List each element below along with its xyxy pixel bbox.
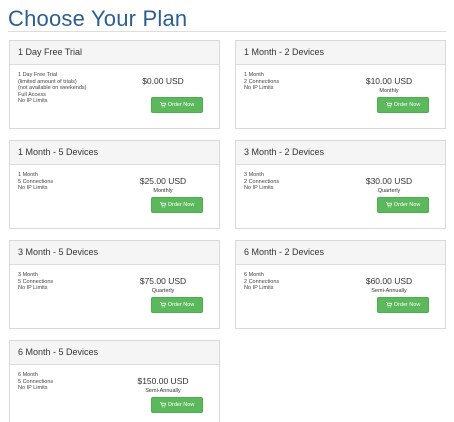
shopping-cart-icon	[385, 202, 392, 208]
billing-cycle: Semi-Annually	[371, 288, 407, 294]
plan-feature: No IP Limits	[18, 385, 48, 392]
billing-cycle: Monthly	[379, 88, 399, 94]
plan-card: 6 Month - 5 Devices 6 Month 5 Connection…	[9, 340, 220, 422]
billing-cycle: Quarterly	[151, 288, 175, 294]
shopping-cart-icon	[385, 302, 392, 308]
plan-feature: 2 Connections	[244, 178, 280, 185]
plan-feature: Full Access	[18, 91, 46, 98]
shopping-cart-icon	[159, 302, 166, 308]
order-now-button[interactable]: Order Now	[151, 197, 203, 213]
plan-features: 6 Month 5 Connections No IP Limits	[18, 372, 53, 392]
shopping-cart-icon	[159, 202, 166, 208]
plan-feature: (limited amount of trials)	[18, 78, 77, 85]
order-now-button[interactable]: Order Now	[151, 297, 203, 313]
plan-card: 1 Month - 2 Devices 1 Month 2 Connection…	[235, 40, 446, 129]
plan-feature: No IP Limits	[18, 185, 48, 192]
shopping-cart-icon	[159, 102, 166, 108]
plan-card: 1 Day Free Trial 1 Day Free Trial (limit…	[9, 40, 220, 129]
plan-feature: 1 Day Free Trial	[18, 72, 58, 78]
page-title: Choose Your Plan	[8, 6, 188, 31]
plan-feature: 3 Month	[18, 272, 38, 278]
plan-feature: (not available on weekends)	[18, 85, 87, 92]
order-now-button[interactable]: Order Now	[377, 197, 429, 213]
order-now-button[interactable]: Order Now	[377, 297, 429, 313]
plan-feature: 6 Month	[244, 272, 264, 278]
plan-feature: 1 Month	[244, 72, 264, 78]
plan-price: $10.00 USD	[365, 76, 413, 86]
order-now-button[interactable]: Order Now	[151, 397, 203, 413]
shopping-cart-icon	[159, 402, 166, 408]
billing-cycle: Monthly	[153, 188, 173, 194]
plan-feature: No IP Limits	[244, 285, 274, 292]
plan-features: 1 Day Free Trial (limited amount of tria…	[18, 72, 87, 105]
plan-feature: 5 Connections	[18, 278, 54, 285]
plan-card: 1 Month - 5 Devices 1 Month 5 Connection…	[9, 140, 220, 229]
billing-cycle: Semi-Annually	[145, 388, 181, 394]
plan-price: $75.00 USD	[139, 276, 187, 286]
plan-feature: No IP Limits	[18, 98, 48, 105]
plan-price: $150.00 USD	[137, 376, 189, 386]
plan-name: 6 Month - 5 Devices	[10, 341, 219, 365]
plan-features: 1 Month 5 Connections No IP Limits	[18, 172, 53, 192]
plan-feature: 6 Month	[18, 372, 38, 378]
plan-feature: 5 Connections	[18, 378, 54, 385]
plan-feature: No IP Limits	[244, 185, 274, 192]
plan-name: 3 Month - 5 Devices	[10, 241, 219, 265]
plan-features: 3 Month 5 Connections No IP Limits	[18, 272, 53, 292]
plan-price: $0.00 USD	[142, 76, 184, 86]
order-now-button[interactable]: Order Now	[151, 97, 203, 113]
plan-price: $30.00 USD	[365, 176, 413, 186]
plan-features: 3 Month 2 Connections No IP Limits	[244, 172, 279, 192]
plan-price: $25.00 USD	[139, 176, 187, 186]
plan-name: 3 Month - 2 Devices	[236, 141, 445, 165]
order-now-label: Order Now	[167, 202, 195, 208]
order-now-label: Order Now	[393, 302, 421, 308]
plan-card: 3 Month - 2 Devices 3 Month 2 Connection…	[235, 140, 446, 229]
plan-feature: No IP Limits	[18, 285, 48, 292]
shopping-cart-icon	[385, 102, 392, 108]
plan-name: 1 Month - 2 Devices	[236, 41, 445, 65]
plan-features: 6 Month 2 Connections No IP Limits	[244, 272, 279, 292]
order-now-label: Order Now	[167, 402, 195, 408]
plan-price: $60.00 USD	[365, 276, 413, 286]
plan-card: 6 Month - 2 Devices 6 Month 2 Connection…	[235, 240, 446, 329]
order-now-label: Order Now	[167, 102, 195, 108]
plan-feature: 5 Connections	[18, 178, 54, 185]
plan-feature: 2 Connections	[244, 278, 280, 285]
plan-feature: 2 Connections	[244, 78, 280, 85]
plan-feature: 1 Month	[18, 172, 38, 178]
plan-feature: 3 Month	[244, 172, 264, 178]
order-now-label: Order Now	[167, 302, 195, 308]
plan-name: 6 Month - 2 Devices	[236, 241, 445, 265]
plan-feature: No IP Limits	[244, 85, 274, 92]
title-divider	[8, 31, 446, 32]
plan-name: 1 Month - 5 Devices	[10, 141, 219, 165]
order-now-label: Order Now	[393, 102, 421, 108]
plan-name: 1 Day Free Trial	[10, 41, 219, 65]
billing-cycle: Quarterly	[377, 188, 401, 194]
plan-card: 3 Month - 5 Devices 3 Month 5 Connection…	[9, 240, 220, 329]
order-now-label: Order Now	[393, 202, 421, 208]
plan-features: 1 Month 2 Connections No IP Limits	[244, 72, 279, 92]
order-now-button[interactable]: Order Now	[377, 97, 429, 113]
